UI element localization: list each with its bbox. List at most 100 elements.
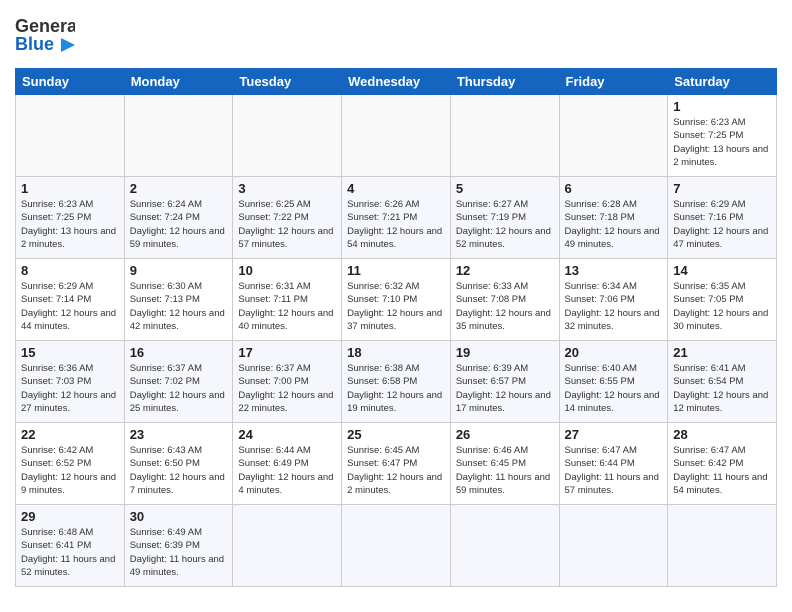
cell-info: Sunrise: 6:48 AMSunset: 6:41 PMDaylight:…	[21, 526, 119, 579]
day-number: 3	[238, 181, 336, 196]
calendar-header-row: Sunday Monday Tuesday Wednesday Thursday…	[16, 69, 777, 95]
cell-info: Sunrise: 6:43 AMSunset: 6:50 PMDaylight:…	[130, 444, 228, 497]
day-number: 16	[130, 345, 228, 360]
calendar-table: Sunday Monday Tuesday Wednesday Thursday…	[15, 68, 777, 587]
calendar-cell: 13 Sunrise: 6:34 AMSunset: 7:06 PMDayligh…	[559, 259, 668, 341]
calendar-cell	[233, 505, 342, 587]
calendar-cell: 7 Sunrise: 6:29 AMSunset: 7:16 PMDaylight…	[668, 177, 777, 259]
calendar-cell: 9Sunrise: 6:30 AMSunset: 7:13 PMDaylight…	[124, 259, 233, 341]
calendar-cell: 2Sunrise: 6:24 AMSunset: 7:24 PMDaylight…	[124, 177, 233, 259]
calendar-body: 1 Sunrise: 6:23 AMSunset: 7:25 PMDaylight…	[16, 95, 777, 587]
day-number: 11	[347, 263, 445, 278]
calendar-cell: 16 Sunrise: 6:37 AMSunset: 7:02 PMDayligh…	[124, 341, 233, 423]
day-number: 17	[238, 345, 336, 360]
cell-info: Sunrise: 6:47 AMSunset: 6:42 PMDaylight:…	[673, 444, 771, 497]
calendar-cell	[233, 95, 342, 177]
cell-info: Sunrise: 6:38 AMSunset: 6:58 PMDaylight:…	[347, 362, 445, 415]
day-number: 14	[673, 263, 771, 278]
calendar-week-row: 1Sunrise: 6:23 AMSunset: 7:25 PMDaylight…	[16, 95, 777, 177]
svg-text:General: General	[15, 16, 75, 36]
calendar-cell: 27 Sunrise: 6:47 AMSunset: 6:44 PMDayligh…	[559, 423, 668, 505]
col-monday: Monday	[124, 69, 233, 95]
calendar-cell: 17 Sunrise: 6:37 AMSunset: 7:00 PMDayligh…	[233, 341, 342, 423]
cell-info: Sunrise: 6:45 AMSunset: 6:47 PMDaylight:…	[347, 444, 445, 497]
calendar-cell: 6Sunrise: 6:28 AMSunset: 7:18 PMDaylight…	[559, 177, 668, 259]
calendar-cell: 1Sunrise: 6:23 AMSunset: 7:25 PMDaylight…	[668, 95, 777, 177]
day-number: 5	[456, 181, 554, 196]
header: General Blue	[15, 10, 777, 60]
calendar-cell	[450, 95, 559, 177]
day-number: 7	[673, 181, 771, 196]
day-number: 22	[21, 427, 119, 442]
day-number: 23	[130, 427, 228, 442]
cell-info: Sunrise: 6:34 AMSunset: 7:06 PMDaylight:…	[565, 280, 663, 333]
calendar-cell: 4 Sunrise: 6:26 AMSunset: 7:21 PMDaylight…	[342, 177, 451, 259]
calendar-cell: 30Sunrise: 6:49 AMSunset: 6:39 PMDayligh…	[124, 505, 233, 587]
col-friday: Friday	[559, 69, 668, 95]
calendar-cell: 29Sunrise: 6:48 AMSunset: 6:41 PMDayligh…	[16, 505, 125, 587]
day-number: 4	[347, 181, 445, 196]
cell-info: Sunrise: 6:44 AMSunset: 6:49 PMDaylight:…	[238, 444, 336, 497]
cell-info: Sunrise: 6:37 AMSunset: 7:00 PMDaylight:…	[238, 362, 336, 415]
col-tuesday: Tuesday	[233, 69, 342, 95]
cell-info: Sunrise: 6:47 AMSunset: 6:44 PMDaylight:…	[565, 444, 663, 497]
cell-info: Sunrise: 6:49 AMSunset: 6:39 PMDaylight:…	[130, 526, 228, 579]
calendar-cell	[16, 95, 125, 177]
cell-info: Sunrise: 6:23 AMSunset: 7:25 PMDaylight:…	[21, 198, 119, 251]
calendar-cell	[559, 95, 668, 177]
calendar-cell: 23 Sunrise: 6:43 AMSunset: 6:50 PMDayligh…	[124, 423, 233, 505]
calendar-week-row: 1 Sunrise: 6:23 AMSunset: 7:25 PMDaylight…	[16, 177, 777, 259]
day-number: 26	[456, 427, 554, 442]
day-number: 19	[456, 345, 554, 360]
calendar-cell: 21 Sunrise: 6:41 AMSunset: 6:54 PMDayligh…	[668, 341, 777, 423]
calendar-cell: 3 Sunrise: 6:25 AMSunset: 7:22 PMDaylight…	[233, 177, 342, 259]
calendar-cell: 8Sunrise: 6:29 AMSunset: 7:14 PMDaylight…	[16, 259, 125, 341]
cell-info: Sunrise: 6:26 AMSunset: 7:21 PMDaylight:…	[347, 198, 445, 251]
logo-icon: General Blue	[15, 10, 75, 60]
calendar-cell: 22 Sunrise: 6:42 AMSunset: 6:52 PMDayligh…	[16, 423, 125, 505]
cell-info: Sunrise: 6:29 AMSunset: 7:16 PMDaylight:…	[673, 198, 771, 251]
cell-info: Sunrise: 6:31 AMSunset: 7:11 PMDaylight:…	[238, 280, 336, 333]
cell-info: Sunrise: 6:35 AMSunset: 7:05 PMDaylight:…	[673, 280, 771, 333]
cell-info: Sunrise: 6:42 AMSunset: 6:52 PMDaylight:…	[21, 444, 119, 497]
calendar-cell: 25Sunrise: 6:45 AMSunset: 6:47 PMDayligh…	[342, 423, 451, 505]
day-number: 28	[673, 427, 771, 442]
day-number: 2	[130, 181, 228, 196]
day-number: 12	[456, 263, 554, 278]
day-number: 8	[21, 263, 119, 278]
cell-info: Sunrise: 6:36 AMSunset: 7:03 PMDaylight:…	[21, 362, 119, 415]
cell-info: Sunrise: 6:41 AMSunset: 6:54 PMDaylight:…	[673, 362, 771, 415]
day-number: 1	[673, 99, 771, 114]
calendar-cell	[559, 505, 668, 587]
calendar-cell: 18 Sunrise: 6:38 AMSunset: 6:58 PMDayligh…	[342, 341, 451, 423]
cell-info: Sunrise: 6:39 AMSunset: 6:57 PMDaylight:…	[456, 362, 554, 415]
cell-info: Sunrise: 6:37 AMSunset: 7:02 PMDaylight:…	[130, 362, 228, 415]
cell-info: Sunrise: 6:25 AMSunset: 7:22 PMDaylight:…	[238, 198, 336, 251]
day-number: 27	[565, 427, 663, 442]
calendar-cell: 10 Sunrise: 6:31 AMSunset: 7:11 PMDayligh…	[233, 259, 342, 341]
day-number: 6	[565, 181, 663, 196]
calendar-cell: 28 Sunrise: 6:47 AMSunset: 6:42 PMDayligh…	[668, 423, 777, 505]
main-container: General Blue Sunday Monday Tuesday Wedne…	[0, 0, 792, 597]
logo: General Blue	[15, 10, 75, 60]
cell-info: Sunrise: 6:46 AMSunset: 6:45 PMDaylight:…	[456, 444, 554, 497]
day-number: 24	[238, 427, 336, 442]
day-number: 13	[565, 263, 663, 278]
day-number: 1	[21, 181, 119, 196]
day-number: 20	[565, 345, 663, 360]
svg-text:Blue: Blue	[15, 34, 54, 54]
calendar-cell	[124, 95, 233, 177]
calendar-cell	[450, 505, 559, 587]
day-number: 15	[21, 345, 119, 360]
calendar-cell: 24 Sunrise: 6:44 AMSunset: 6:49 PMDayligh…	[233, 423, 342, 505]
calendar-week-row: 22 Sunrise: 6:42 AMSunset: 6:52 PMDayligh…	[16, 423, 777, 505]
day-number: 21	[673, 345, 771, 360]
calendar-cell: 5 Sunrise: 6:27 AMSunset: 7:19 PMDaylight…	[450, 177, 559, 259]
day-number: 18	[347, 345, 445, 360]
col-wednesday: Wednesday	[342, 69, 451, 95]
calendar-cell	[342, 95, 451, 177]
calendar-cell: 12Sunrise: 6:33 AMSunset: 7:08 PMDayligh…	[450, 259, 559, 341]
day-number: 10	[238, 263, 336, 278]
cell-info: Sunrise: 6:27 AMSunset: 7:19 PMDaylight:…	[456, 198, 554, 251]
calendar-cell: 19 Sunrise: 6:39 AMSunset: 6:57 PMDayligh…	[450, 341, 559, 423]
